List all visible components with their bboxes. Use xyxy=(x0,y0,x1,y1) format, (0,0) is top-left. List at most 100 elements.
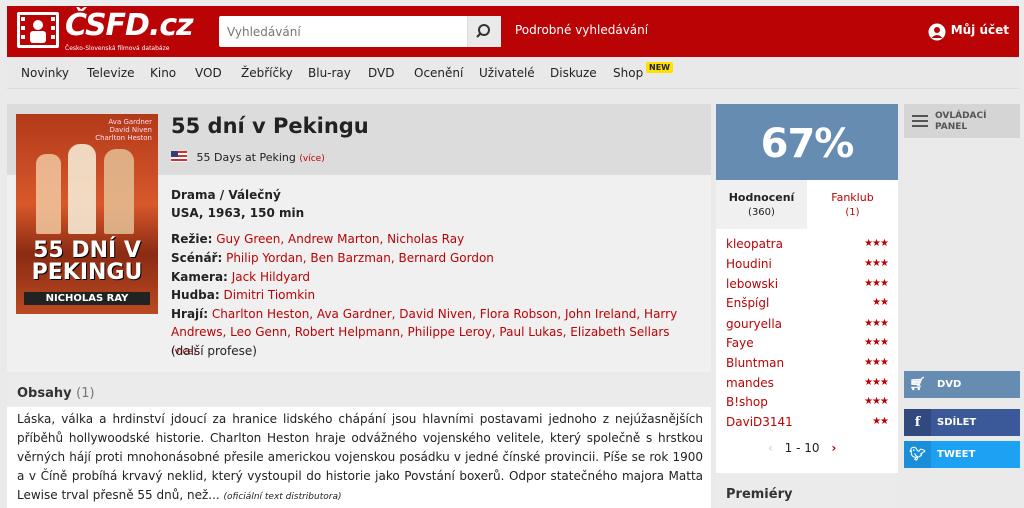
stars-icon: ★★★ xyxy=(864,377,889,388)
pager-range: 1 - 10 xyxy=(784,441,820,455)
film-title: 55 dní v Pekingu xyxy=(171,114,369,138)
stars-icon: ★★★ xyxy=(864,238,889,249)
user-ratings-list: kleopatra ★★★ Houdini ★★★ lebowski ★★★ Enšp… xyxy=(716,229,898,473)
nav-item-novinky[interactable]: Novinky xyxy=(21,66,69,80)
writer-line: Scénář: Philip Yordan, Ben Barzman, Bern… xyxy=(171,251,494,265)
user-link[interactable]: Bluntman xyxy=(726,356,784,370)
pager-next-icon[interactable]: › xyxy=(831,441,836,455)
list-item: lebowski ★★★ xyxy=(726,275,890,295)
poster-director: NICHOLAS RAY xyxy=(24,292,150,305)
list-item: Bluntman ★★★ xyxy=(726,354,890,374)
list-item: Faye ★★★ xyxy=(726,334,890,354)
user-link[interactable]: DaviD3141 xyxy=(726,415,793,429)
menu-icon xyxy=(912,115,928,127)
rating-tabs: Hodnocení (360) Fanklub (1) xyxy=(716,180,898,229)
list-item: mandes ★★★ xyxy=(726,374,890,394)
film-genre: Drama / Válečný xyxy=(171,188,281,202)
nav-item-dvd[interactable]: DVD xyxy=(368,66,394,80)
stars-icon: ★★★ xyxy=(864,318,889,329)
user-link[interactable]: lebowski xyxy=(726,277,778,291)
film-poster[interactable]: Ava Gardner David Niven Charlton Heston … xyxy=(16,114,158,314)
music-link[interactable]: Dimitri Tiomkin xyxy=(224,288,316,302)
facebook-icon: f xyxy=(904,409,931,436)
film-strip-logo-icon xyxy=(17,12,59,48)
premiery-title: Premiéry xyxy=(726,487,793,502)
nav-item-oceneni[interactable]: Ocenění xyxy=(414,66,463,80)
list-item: B!shop ★★★ xyxy=(726,393,890,413)
logo-subtitle: Česko-Slovenská filmová databáze xyxy=(65,45,170,52)
user-link[interactable]: gouryella xyxy=(726,317,782,331)
writers-links[interactable]: Philip Yordan, Ben Barzman, Bernard Gord… xyxy=(226,251,494,265)
stars-icon: ★★★ xyxy=(864,258,889,269)
nav-item-vod[interactable]: VOD xyxy=(195,66,222,80)
usa-flag-icon xyxy=(171,151,187,162)
search-box xyxy=(219,16,501,47)
facebook-share-button[interactable]: f SDÍLET xyxy=(904,409,1020,436)
nav-item-shop[interactable]: Shop xyxy=(613,66,643,80)
music-line: Hudba: Dimitri Tiomkin xyxy=(171,288,316,302)
user-link[interactable]: Houdini xyxy=(726,257,772,271)
nav-item-bluray[interactable]: Blu-ray xyxy=(308,66,351,80)
list-item: DaviD3141 ★★ xyxy=(726,413,890,433)
new-badge: NEW xyxy=(646,62,673,73)
list-item: Houdini ★★★ xyxy=(726,255,890,275)
dvd-button[interactable]: 🛒︎ DVD xyxy=(904,371,1020,398)
control-panel-button[interactable]: OVLÁDACÍ PANEL xyxy=(904,104,1020,138)
premiery-panel: Premiéry xyxy=(716,473,898,508)
search-icon xyxy=(476,24,490,38)
tweet-button[interactable]: 🐦︎ TWEET xyxy=(904,441,1020,468)
main-nav: Novinky Televize Kino VOD Žebříčky Blu-r… xyxy=(7,57,1019,89)
other-professions-link[interactable]: (další profese) xyxy=(171,342,691,360)
tab-fanclub[interactable]: Fanklub (1) xyxy=(807,180,898,229)
control-panel-label: OVLÁDACÍ PANEL xyxy=(935,111,987,132)
list-item: gouryella ★★★ xyxy=(726,315,890,335)
rating-value: 67% xyxy=(760,121,855,167)
pager-prev-icon[interactable]: ‹ xyxy=(768,441,773,455)
cart-icon: 🛒︎ xyxy=(909,377,926,392)
plot-title: Obsahy (1) xyxy=(17,386,95,401)
user-link[interactable]: Faye xyxy=(726,336,754,350)
film-origin: USA, 1963, 150 min xyxy=(171,206,305,220)
poster-title: 55 DNÍ V PEKINGU xyxy=(31,238,143,285)
user-link[interactable]: B!shop xyxy=(726,395,768,409)
poster-names: Ava Gardner David Niven Charlton Heston xyxy=(95,118,152,142)
tab-ratings[interactable]: Hodnocení (360) xyxy=(716,180,807,229)
list-item: Enšpígl ★★ xyxy=(726,294,890,314)
advanced-search-link[interactable]: Podrobné vyhledávání xyxy=(515,23,648,37)
nav-item-diskuze[interactable]: Diskuze xyxy=(550,66,597,80)
plot-panel: Obsahy (1) Láska, válka a hrdinství jdou… xyxy=(7,378,711,508)
stars-icon: ★★ xyxy=(872,416,889,427)
rating-box: 67% xyxy=(716,104,898,180)
header-bar: ČSFD.cz Česko-Slovenská filmová databáze… xyxy=(7,6,1019,57)
stars-icon: ★★★ xyxy=(864,396,889,407)
stars-icon: ★★★ xyxy=(864,337,889,348)
original-title: 55 Days at Peking (více) xyxy=(171,151,325,164)
stars-icon: ★★★ xyxy=(864,278,889,289)
director-line: Režie: Guy Green, Andrew Marton, Nichola… xyxy=(171,232,465,246)
camera-line: Kamera: Jack Hildyard xyxy=(171,270,311,284)
my-account-link[interactable]: Můj účet xyxy=(951,23,1009,37)
nav-item-kino[interactable]: Kino xyxy=(150,66,176,80)
stars-icon: ★★ xyxy=(872,297,889,308)
nav-item-zebricky[interactable]: Žebříčky xyxy=(241,66,293,80)
original-titles-more-link[interactable]: (více) xyxy=(299,154,324,164)
nav-item-televize[interactable]: Televize xyxy=(87,66,135,80)
user-icon[interactable] xyxy=(928,23,946,41)
list-item: kleopatra ★★★ xyxy=(726,235,890,255)
plot-header: Obsahy (1) xyxy=(7,378,711,407)
camera-link[interactable]: Jack Hildyard xyxy=(232,270,310,284)
logo-text: ČSFD.cz xyxy=(65,8,194,43)
ratings-pager: ‹ 1 - 10 › xyxy=(768,441,836,455)
twitter-icon: 🐦︎ xyxy=(904,441,931,468)
film-info-panel: Ava Gardner David Niven Charlton Heston … xyxy=(7,104,711,372)
cast-links[interactable]: Charlton Heston, Ava Gardner, David Nive… xyxy=(171,307,677,339)
user-link[interactable]: Enšpígl xyxy=(726,296,769,310)
directors-links[interactable]: Guy Green, Andrew Marton, Nicholas Ray xyxy=(216,232,464,246)
search-button[interactable] xyxy=(467,16,501,47)
user-link[interactable]: mandes xyxy=(726,376,774,390)
nav-item-uzivatele[interactable]: Uživatelé xyxy=(479,66,535,80)
search-input[interactable] xyxy=(219,16,467,47)
site-logo[interactable]: ČSFD.cz Česko-Slovenská filmová databáze xyxy=(17,8,194,54)
plot-source: (oficiální text distributora) xyxy=(223,492,342,502)
user-link[interactable]: kleopatra xyxy=(726,237,783,251)
